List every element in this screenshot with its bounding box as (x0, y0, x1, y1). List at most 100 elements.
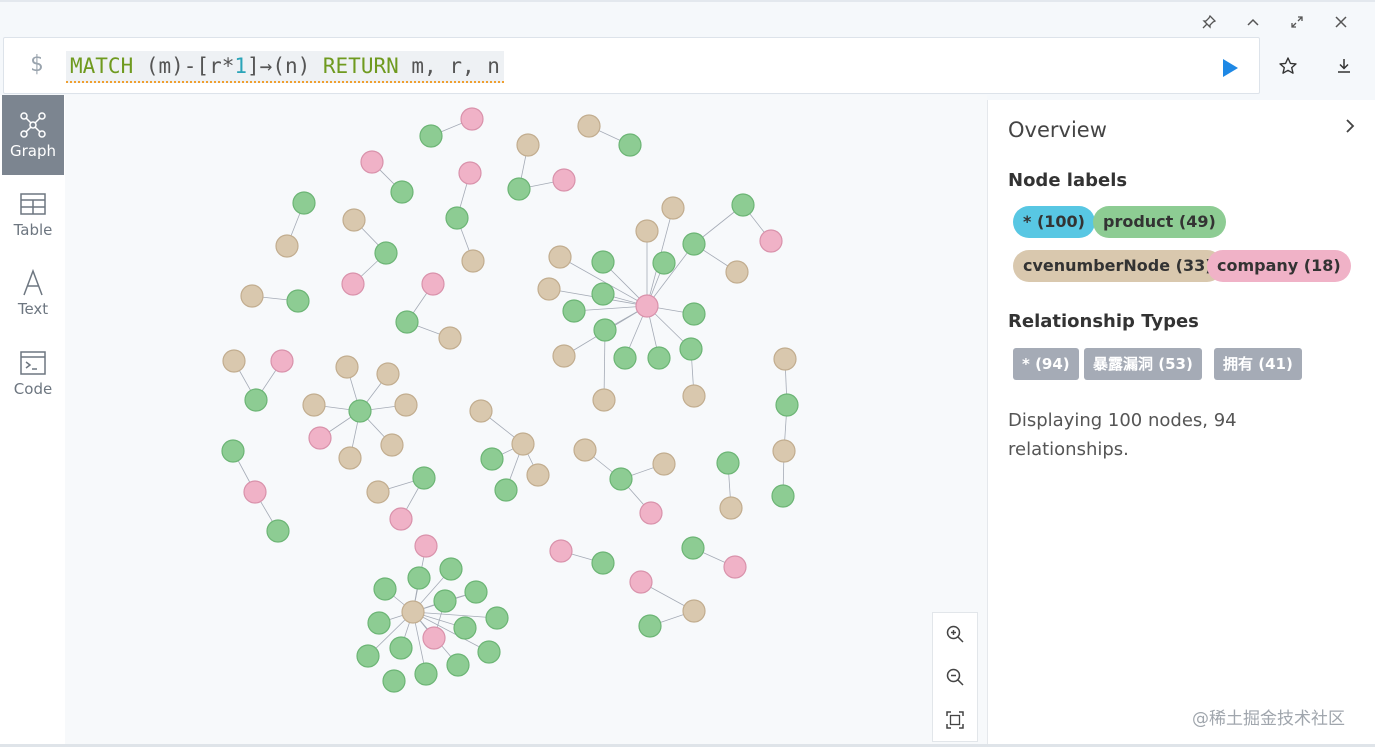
graph-node-product[interactable] (613, 346, 637, 370)
graph-node-cvenumbernode[interactable] (682, 384, 706, 408)
graph-node-product[interactable] (771, 484, 795, 508)
graph-node-company[interactable] (243, 480, 267, 504)
graph-node-cvenumbernode[interactable] (366, 480, 390, 504)
graph-node-product[interactable] (618, 133, 642, 157)
sidebar-item-code[interactable]: Code (2, 333, 64, 413)
graph-node-company[interactable] (723, 555, 747, 579)
graph-node-cvenumbernode[interactable] (338, 446, 362, 470)
graph-node-product[interactable] (682, 232, 706, 256)
rel-type-all[interactable]: * (94) (1013, 348, 1079, 380)
graph-node-product[interactable] (389, 636, 413, 660)
graph-node-company[interactable] (639, 501, 663, 525)
graph-node-product[interactable] (562, 299, 586, 323)
graph-node-product[interactable] (445, 206, 469, 230)
graph-node-company[interactable] (549, 539, 573, 563)
rel-type-owns[interactable]: 拥有 (41) (1214, 348, 1302, 380)
graph-node-company[interactable] (458, 161, 482, 185)
graph-node-cvenumbernode[interactable] (573, 438, 597, 462)
graph-node-cvenumbernode[interactable] (719, 496, 743, 520)
graph-node-product[interactable] (507, 177, 531, 201)
graph-node-product[interactable] (453, 616, 477, 640)
graph-node-company[interactable] (389, 507, 413, 531)
graph-node-product[interactable] (591, 551, 615, 575)
graph-node-cvenumbernode[interactable] (401, 600, 425, 624)
graph-node-product[interactable] (439, 557, 463, 581)
graph-node-product[interactable] (593, 318, 617, 342)
graph-node-product[interactable] (682, 302, 706, 326)
graph-node-product[interactable] (382, 669, 406, 693)
graph-node-cvenumbernode[interactable] (302, 393, 326, 417)
graph-node-product[interactable] (266, 519, 290, 543)
graph-node-cvenumbernode[interactable] (592, 388, 616, 412)
graph-node-cvenumbernode[interactable] (335, 355, 359, 379)
graph-node-cvenumbernode[interactable] (635, 219, 659, 243)
graph-node-product[interactable] (356, 644, 380, 668)
graph-node-company[interactable] (341, 272, 365, 296)
graph-node-cvenumbernode[interactable] (772, 439, 796, 463)
graph-node-company[interactable] (270, 349, 294, 373)
graph-node-cvenumbernode[interactable] (376, 362, 400, 386)
graph-node-company[interactable] (360, 150, 384, 174)
graph-node-company[interactable] (552, 168, 576, 192)
graph-node-cvenumbernode[interactable] (773, 347, 797, 371)
graph-node-cvenumbernode[interactable] (394, 393, 418, 417)
graph-node-company[interactable] (422, 626, 446, 650)
sidebar-item-table[interactable]: Table (2, 174, 64, 254)
graph-node-product[interactable] (221, 439, 245, 463)
node-label-all[interactable]: * (100) (1013, 206, 1095, 238)
graph-node-cvenumbernode[interactable] (537, 277, 561, 301)
query-editor[interactable]: $ MATCH (m)-[r*1]→(n) RETURN m, r, n (3, 37, 1260, 94)
graph-node-product[interactable] (681, 536, 705, 560)
collapse-overview-button[interactable] (1338, 114, 1362, 138)
graph-node-company[interactable] (421, 272, 445, 296)
graph-node-company[interactable] (414, 534, 438, 558)
graph-node-cvenumbernode[interactable] (275, 234, 299, 258)
graph-node-cvenumbernode[interactable] (725, 260, 749, 284)
graph-node-product[interactable] (373, 577, 397, 601)
graph-node-cvenumbernode[interactable] (240, 284, 264, 308)
graph-node-company[interactable] (759, 229, 783, 253)
graph-edge[interactable] (412, 611, 498, 619)
download-button[interactable] (1329, 51, 1359, 81)
graph-node-product[interactable] (716, 451, 740, 475)
graph-node-cvenumbernode[interactable] (548, 245, 572, 269)
node-label-product[interactable]: product (49) (1093, 206, 1226, 238)
graph-node-company[interactable] (629, 570, 653, 594)
graph-node-cvenumbernode[interactable] (380, 433, 404, 457)
sidebar-item-text[interactable]: Text (2, 253, 64, 333)
graph-node-product[interactable] (419, 124, 443, 148)
graph-node-product[interactable] (286, 289, 310, 313)
graph-canvas[interactable] (65, 95, 987, 745)
graph-node-product[interactable] (367, 611, 391, 635)
query-text[interactable]: MATCH (m)-[r*1]→(n) RETURN m, r, n (66, 51, 504, 83)
run-query-button[interactable] (1215, 53, 1245, 83)
graph-node-product[interactable] (591, 250, 615, 274)
sidebar-item-graph[interactable]: Graph (2, 95, 64, 175)
graph-node-cvenumbernode[interactable] (342, 208, 366, 232)
graph-visualization[interactable] (65, 95, 987, 745)
graph-node-cvenumbernode[interactable] (682, 599, 706, 623)
graph-node-product[interactable] (609, 467, 633, 491)
graph-node-cvenumbernode[interactable] (552, 344, 576, 368)
rel-type-exposed-vuln[interactable]: 暴露漏洞 (53) (1084, 348, 1202, 380)
graph-node-company[interactable] (635, 294, 659, 318)
graph-node-product[interactable] (244, 388, 268, 412)
graph-node-product[interactable] (446, 653, 470, 677)
graph-node-product[interactable] (407, 566, 431, 590)
node-label-cvenumbernode[interactable]: cvenumberNode (33) (1013, 250, 1223, 282)
graph-node-product[interactable] (638, 614, 662, 638)
graph-node-product[interactable] (485, 606, 509, 630)
graph-node-cvenumbernode[interactable] (652, 452, 676, 476)
favorite-button[interactable] (1273, 51, 1303, 81)
graph-node-cvenumbernode[interactable] (577, 114, 601, 138)
graph-node-product[interactable] (591, 282, 615, 306)
graph-node-product[interactable] (374, 241, 398, 265)
graph-node-cvenumbernode[interactable] (661, 196, 685, 220)
graph-node-product[interactable] (494, 478, 518, 502)
graph-node-cvenumbernode[interactable] (222, 349, 246, 373)
graph-node-product[interactable] (292, 191, 316, 215)
graph-node-product[interactable] (679, 337, 703, 361)
pin-icon[interactable] (1187, 10, 1231, 34)
graph-node-product[interactable] (433, 589, 457, 613)
graph-node-product[interactable] (652, 251, 676, 275)
